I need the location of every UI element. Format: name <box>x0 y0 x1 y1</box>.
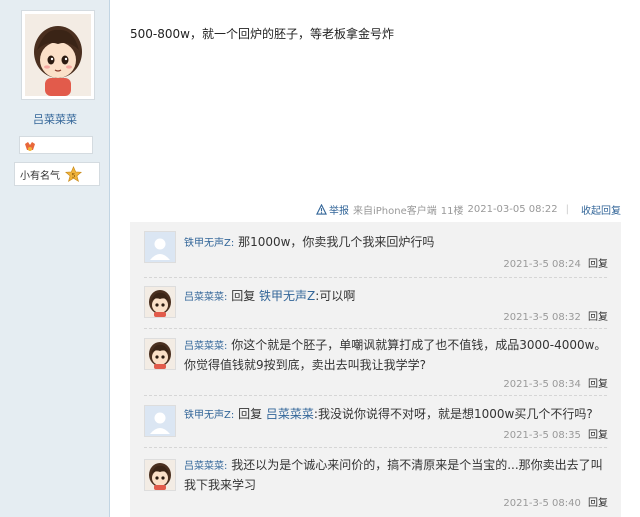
reply-time: 2021-3-5 08:32 <box>503 312 581 323</box>
reply-divider <box>144 447 607 448</box>
reply-time: 2021-3-5 08:34 <box>503 379 581 390</box>
reply-button[interactable]: 回复 <box>588 312 608 323</box>
reply-divider <box>144 395 607 396</box>
reply-username[interactable]: 吕菜菜菜: <box>184 292 227 303</box>
reply-avatar[interactable] <box>144 459 176 491</box>
reply-divider <box>144 277 607 278</box>
reply-username[interactable]: 吕菜菜菜: <box>184 341 227 352</box>
reply-avatar[interactable] <box>144 286 176 318</box>
author-avatar[interactable] <box>21 10 95 100</box>
cartoon-avatar-icon <box>145 460 175 490</box>
reply-text: :可以啊 <box>315 289 356 303</box>
report-button[interactable]: 举报 <box>316 202 349 217</box>
post-footer: 举报 来自iPhone客户端 11楼 2021-03-05 08:22 | 收起… <box>130 198 621 220</box>
rank-level: 5 <box>72 172 76 179</box>
report-label: 举报 <box>329 205 349 217</box>
reply-meta: 2021-3-5 08:35 回复 <box>503 426 608 441</box>
warning-icon <box>316 203 327 215</box>
post-source: 来自iPhone客户端 <box>353 205 437 217</box>
rank-star-icon: 5 <box>65 165 82 182</box>
post-timestamp: 2021-03-05 08:22 <box>467 203 558 215</box>
reply-body: 吕菜菜菜: 你这个就是个胚子，单嘲讽就算打成了也不值钱，成品3000-4000w… <box>184 336 608 374</box>
cartoon-avatar-icon <box>25 14 91 96</box>
reply-avatar[interactable] <box>144 338 176 370</box>
cartoon-avatar-icon <box>145 339 175 369</box>
reply-text: 你这个就是个胚子，单嘲讽就算打成了也不值钱，成品3000-4000w。你觉得值钱… <box>184 338 607 372</box>
reply-time: 2021-3-5 08:24 <box>503 259 581 270</box>
reply-avatar[interactable] <box>144 231 176 263</box>
footer-separator: | <box>565 203 569 215</box>
reply-username[interactable]: 铁甲无声Z: <box>184 238 234 249</box>
reply-button[interactable]: 回复 <box>588 498 608 509</box>
reply-time: 2021-3-5 08:35 <box>503 430 581 441</box>
reply-button[interactable]: 回复 <box>588 430 608 441</box>
reply-meta: 2021-3-5 08:40 回复 <box>503 494 608 509</box>
reply-thread: 铁甲无声Z: 那1000w，你卖我几个我来回炉行吗 2021-3-5 08:24… <box>130 222 621 517</box>
rank-badge: 小有名气 5 <box>14 162 100 186</box>
reply-text: 我还以为是个诚心来问价的，搞不清原来是个当宝的...那你卖出去了叫我下我来学习 <box>184 458 603 492</box>
reply-prefix: 回复 <box>231 289 256 303</box>
medal-icon <box>23 142 37 156</box>
reply-time: 2021-3-5 08:40 <box>503 498 581 509</box>
reply-mention-link[interactable]: 吕菜菜菜 <box>266 407 314 421</box>
reply-divider <box>144 328 607 329</box>
reply-username[interactable]: 吕菜菜菜: <box>184 461 227 472</box>
reply-body: 铁甲无声Z: 回复 吕菜菜菜:我没说你说得不对呀，就是想1000w买几个不行吗? <box>184 405 608 425</box>
collapse-replies-button[interactable]: 收起回复 <box>581 202 621 217</box>
reply-mention-link[interactable]: 铁甲无声Z <box>259 289 315 303</box>
default-user-icon <box>145 406 175 436</box>
medal-box <box>19 136 93 154</box>
reply-avatar[interactable] <box>144 405 176 437</box>
reply-text: :我没说你说得不对呀，就是想1000w买几个不行吗? <box>313 407 593 421</box>
rank-label: 小有名气 <box>20 170 60 182</box>
reply-username[interactable]: 铁甲无声Z: <box>184 410 234 421</box>
reply-body: 吕菜菜菜: 回复 铁甲无声Z:可以啊 <box>184 287 608 307</box>
reply-prefix: 回复 <box>238 407 263 421</box>
cartoon-avatar-icon <box>145 287 175 317</box>
reply-button[interactable]: 回复 <box>588 259 608 270</box>
reply-meta: 2021-3-5 08:24 回复 <box>503 255 608 270</box>
author-name[interactable]: 吕菜菜菜 <box>0 111 110 127</box>
post-floor: 11楼 <box>440 205 464 217</box>
post-content: 500-800w，就一个回炉的胚子，等老板拿金号炸 <box>130 27 394 41</box>
author-sidebar: 吕菜菜菜 小有名气 5 <box>0 0 110 517</box>
reply-body: 铁甲无声Z: 那1000w，你卖我几个我来回炉行吗 <box>184 233 608 253</box>
reply-text: 那1000w，你卖我几个我来回炉行吗 <box>238 235 435 249</box>
default-user-icon <box>145 232 175 262</box>
reply-button[interactable]: 回复 <box>588 379 608 390</box>
reply-meta: 2021-3-5 08:32 回复 <box>503 308 608 323</box>
reply-body: 吕菜菜菜: 我还以为是个诚心来问价的，搞不清原来是个当宝的...那你卖出去了叫我… <box>184 456 608 494</box>
reply-meta: 2021-3-5 08:34 回复 <box>503 375 608 390</box>
